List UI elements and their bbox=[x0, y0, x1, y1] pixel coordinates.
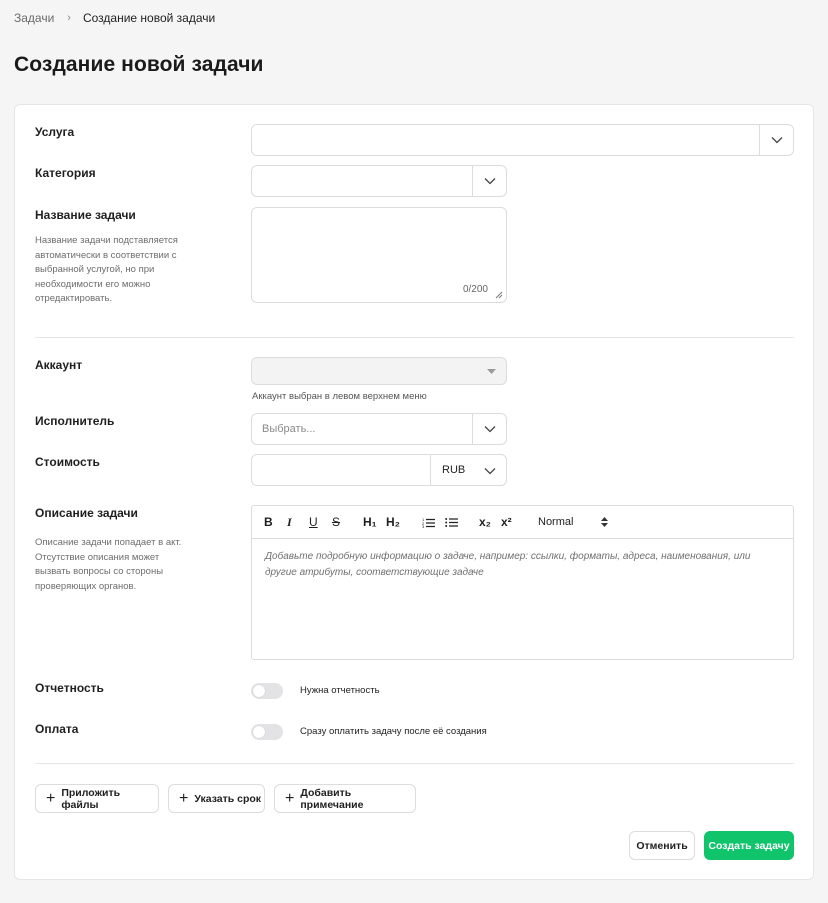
heading2-button[interactable]: H₂ bbox=[386, 514, 400, 530]
set-deadline-label: Указать срок bbox=[194, 792, 262, 805]
executor-placeholder: Выбрать... bbox=[262, 423, 316, 435]
heading1-button[interactable]: H₁ bbox=[363, 514, 377, 530]
account-hint: Аккаунт выбран в левом верхнем меню bbox=[252, 391, 427, 402]
plus-icon: + bbox=[179, 789, 189, 807]
service-label: Услуга bbox=[35, 125, 75, 139]
task-form-card: Услуга Категория Название задачи Названи… bbox=[14, 104, 814, 880]
cost-label: Стоимость bbox=[35, 455, 100, 469]
cancel-button[interactable]: Отменить bbox=[629, 831, 695, 860]
updown-icon bbox=[601, 517, 608, 527]
strike-button[interactable]: S bbox=[332, 514, 340, 530]
reporting-label: Отчетность bbox=[35, 681, 104, 695]
task-name-counter: 0/200 bbox=[462, 284, 488, 295]
text-style-value: Normal bbox=[538, 516, 574, 528]
cost-field: RUB bbox=[251, 454, 507, 486]
plus-icon: + bbox=[285, 789, 295, 807]
plus-icon: + bbox=[46, 789, 56, 807]
subscript-button[interactable]: x₂ bbox=[479, 514, 491, 530]
toggle-knob bbox=[253, 685, 265, 697]
service-select[interactable] bbox=[251, 124, 794, 156]
currency-value: RUB bbox=[442, 464, 466, 476]
payment-toggle-label: Сразу оплатить задачу после её создания bbox=[300, 726, 487, 737]
caret-down-icon bbox=[487, 369, 496, 374]
create-task-button[interactable]: Создать задачу bbox=[704, 831, 794, 860]
ordered-list-icon[interactable]: 123 bbox=[422, 514, 435, 530]
section-divider bbox=[35, 763, 794, 764]
currency-select[interactable]: RUB bbox=[430, 455, 507, 485]
editor-toolbar: B I U S H₁ H₂ 123 x₂ x² Normal bbox=[252, 506, 793, 539]
chevron-down-icon[interactable] bbox=[759, 125, 793, 155]
chevron-down-icon bbox=[484, 468, 496, 475]
category-select[interactable] bbox=[251, 165, 507, 197]
breadcrumb-separator-icon: › bbox=[67, 12, 71, 24]
description-hint: Описание задачи попадает в акт. Отсутств… bbox=[35, 537, 182, 592]
page-title: Создание новой задачи bbox=[14, 53, 264, 76]
payment-label: Оплата bbox=[35, 722, 79, 736]
text-style-select[interactable]: Normal bbox=[538, 514, 608, 530]
account-label: Аккаунт bbox=[35, 358, 83, 372]
superscript-button[interactable]: x² bbox=[501, 514, 512, 530]
breadcrumb-tasks-link[interactable]: Задачи bbox=[14, 11, 54, 25]
svg-text:3: 3 bbox=[422, 524, 425, 528]
breadcrumb: Задачи › Создание новой задачи bbox=[14, 11, 215, 25]
resize-icon[interactable] bbox=[495, 291, 503, 299]
task-name-textarea[interactable]: 0/200 bbox=[251, 207, 507, 303]
chevron-down-icon[interactable] bbox=[472, 166, 506, 196]
reporting-toggle-label: Нужна отчетность bbox=[300, 685, 380, 696]
underline-button[interactable]: U bbox=[309, 514, 318, 530]
cancel-label: Отменить bbox=[636, 839, 688, 852]
chevron-down-icon[interactable] bbox=[472, 414, 506, 444]
bullet-list-icon[interactable] bbox=[445, 514, 458, 530]
attach-files-label: Приложить файлы bbox=[61, 786, 121, 811]
add-note-button[interactable]: + Добавить примечание bbox=[274, 784, 416, 813]
account-select[interactable] bbox=[251, 357, 507, 385]
breadcrumb-current: Создание новой задачи bbox=[82, 11, 216, 25]
category-label: Категория bbox=[35, 166, 96, 180]
attach-files-button[interactable]: + Приложить файлы bbox=[35, 784, 159, 813]
section-divider bbox=[35, 337, 794, 338]
task-name-label: Название задачи bbox=[35, 208, 136, 222]
task-name-hint: Название задачи подставляется автоматиче… bbox=[35, 235, 178, 304]
description-editor[interactable]: B I U S H₁ H₂ 123 x₂ x² Normal Добавьте … bbox=[251, 505, 794, 660]
add-note-label: Добавить примечание bbox=[300, 786, 364, 811]
create-task-label: Создать задачу bbox=[708, 839, 790, 852]
italic-button[interactable]: I bbox=[287, 514, 292, 530]
description-label: Описание задачи bbox=[35, 506, 138, 520]
description-placeholder: Добавьте подробную информацию о задаче, … bbox=[265, 551, 751, 578]
executor-label: Исполнитель bbox=[35, 414, 115, 428]
toggle-knob bbox=[253, 726, 265, 738]
bold-button[interactable]: B bbox=[264, 514, 273, 530]
reporting-toggle[interactable] bbox=[251, 683, 283, 699]
payment-toggle[interactable] bbox=[251, 724, 283, 740]
set-deadline-button[interactable]: + Указать срок bbox=[168, 784, 265, 813]
executor-select[interactable]: Выбрать... bbox=[251, 413, 507, 445]
